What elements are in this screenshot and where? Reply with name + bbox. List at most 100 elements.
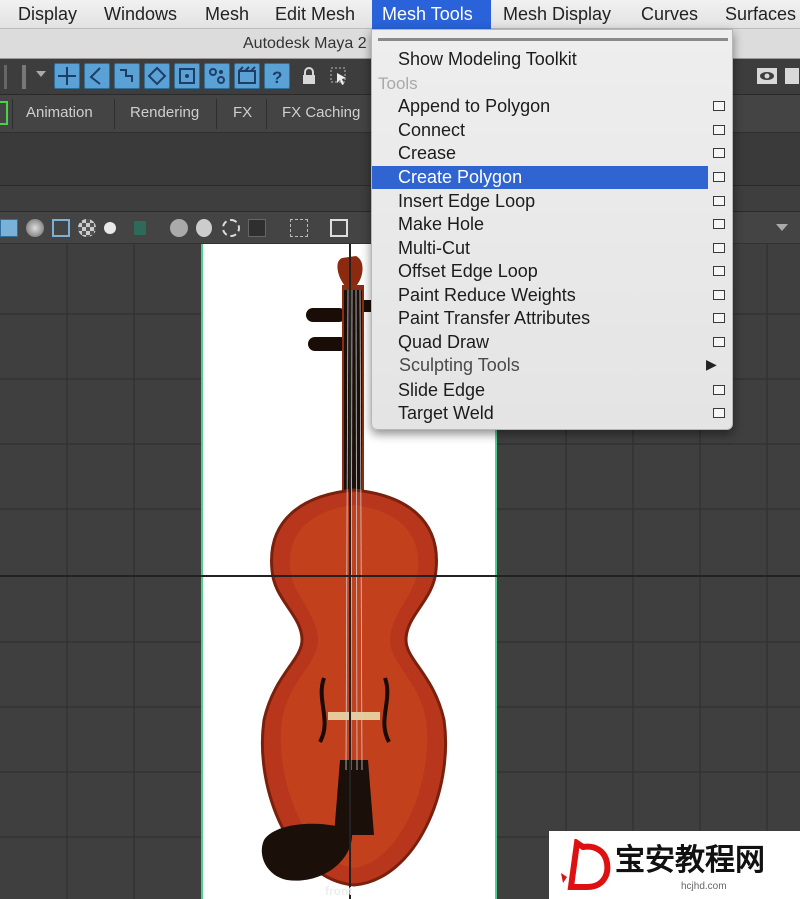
maya-window: Display Windows Mesh Edit Mesh Mesh Tool…	[0, 0, 800, 899]
option-box-icon[interactable]	[713, 172, 725, 182]
option-box-icon[interactable]	[713, 385, 725, 395]
xray-icon[interactable]	[248, 219, 266, 237]
shelf-divider	[114, 99, 115, 129]
component-icon[interactable]	[144, 63, 170, 89]
option-box-icon[interactable]	[713, 313, 725, 323]
menu-windows[interactable]: Windows	[104, 0, 177, 29]
menu-item-label: Show Modeling Toolkit	[398, 49, 577, 69]
shelf-divider	[12, 99, 13, 129]
move-tool-icon[interactable]	[54, 63, 80, 89]
checker-icon[interactable]	[78, 219, 96, 237]
menu-mesh-display[interactable]: Mesh Display	[503, 0, 611, 29]
menu-item-label: Target Weld	[398, 403, 494, 423]
menu-item-create-polygon[interactable]: Create Polygon	[372, 166, 708, 189]
option-box-icon[interactable]	[713, 101, 725, 111]
option-box-icon[interactable]	[713, 148, 725, 158]
menu-item-label: Quad Draw	[398, 332, 490, 352]
menu-item-insert-edge-loop[interactable]: Insert Edge Loop	[372, 190, 732, 213]
shadow-icon[interactable]	[134, 221, 146, 235]
snap-icon[interactable]	[174, 63, 200, 89]
chevron-down-icon[interactable]	[776, 224, 788, 231]
menu-item-label: Make Hole	[398, 214, 485, 234]
menu-item-connect[interactable]: Connect	[372, 119, 732, 142]
option-box-icon[interactable]	[713, 266, 725, 276]
menu-item-multi-cut[interactable]: Multi-Cut	[372, 237, 732, 260]
light-icon[interactable]	[104, 222, 116, 234]
history-icon[interactable]	[204, 63, 230, 89]
menu-surfaces[interactable]: Surfaces	[725, 0, 796, 29]
menu-curves[interactable]: Curves	[641, 0, 698, 29]
option-box-icon[interactable]	[713, 243, 725, 253]
antialias-icon[interactable]	[222, 219, 240, 237]
submenu-arrow-icon: ▶	[706, 356, 717, 372]
svg-text:?: ?	[272, 68, 282, 87]
shelf-tab-active-marker[interactable]	[0, 101, 8, 125]
option-box-icon[interactable]	[713, 196, 725, 206]
window-title: Autodesk Maya 2	[243, 35, 367, 52]
motion-blur-icon[interactable]	[196, 219, 212, 237]
tab-fx-caching[interactable]: FX Caching	[282, 104, 360, 121]
watermark-logo-icon	[561, 839, 611, 890]
menu-item-label: Crease	[398, 143, 457, 163]
shelf-divider	[216, 99, 217, 129]
menu-item-label: Append to Polygon	[398, 96, 551, 116]
toolbar-handle[interactable]	[22, 65, 26, 89]
menu-item-show-modeling-toolkit[interactable]: Show Modeling Toolkit	[372, 48, 732, 71]
tab-animation[interactable]: Animation	[26, 104, 93, 121]
menu-item-append-to-polygon[interactable]: Append to Polygon	[372, 95, 732, 118]
help-icon[interactable]: ?	[264, 63, 290, 89]
tab-rendering[interactable]: Rendering	[130, 104, 199, 121]
menu-item-target-weld[interactable]: Target Weld	[372, 402, 732, 425]
menu-item-quad-draw[interactable]: Quad Draw	[372, 331, 732, 354]
menu-item-label: Sculpting Tools	[399, 355, 520, 375]
lock-icon[interactable]	[298, 65, 320, 87]
menu-item-label: Multi-Cut	[398, 238, 471, 258]
menu-bar: Display Windows Mesh Edit Mesh Mesh Tool…	[0, 0, 800, 29]
menu-item-sculpting-tools[interactable]: Sculpting Tools ▶	[372, 354, 732, 377]
menu-item-crease[interactable]: Crease	[372, 142, 732, 165]
toolbar-divider	[4, 65, 7, 89]
menu-edit-mesh[interactable]: Edit Mesh	[275, 0, 355, 29]
menu-item-label: Insert Edge Loop	[398, 191, 536, 211]
menu-item-paint-transfer-attributes[interactable]: Paint Transfer Attributes	[372, 307, 732, 330]
option-box-icon[interactable]	[713, 408, 725, 418]
menu-item-offset-edge-loop[interactable]: Offset Edge Loop	[372, 260, 732, 283]
cube-shaded-icon[interactable]	[0, 219, 18, 237]
menu-item-label: Create Polygon	[398, 167, 523, 187]
menu-item-paint-reduce-weights[interactable]: Paint Reduce Weights	[372, 284, 732, 307]
textured-cube-icon[interactable]	[52, 219, 70, 237]
tab-fx[interactable]: FX	[233, 104, 252, 121]
menu-display[interactable]: Display	[18, 0, 77, 29]
tear-off-handle[interactable]	[378, 38, 728, 41]
display-icon[interactable]	[784, 65, 800, 87]
shelf-divider	[266, 99, 267, 129]
wireframe-icon[interactable]	[26, 219, 44, 237]
option-box-icon[interactable]	[713, 290, 725, 300]
eye-icon[interactable]	[756, 65, 778, 87]
frame-icon[interactable]	[330, 219, 348, 237]
menu-item-label: Connect	[398, 120, 466, 140]
watermark-text: 宝安教程网	[615, 843, 765, 878]
mesh-tools-dropdown: Show Modeling Toolkit Tools Append to Po…	[371, 29, 733, 430]
section-label-tools: Tools	[378, 74, 418, 93]
option-box-icon[interactable]	[713, 219, 725, 229]
option-box-icon[interactable]	[713, 125, 725, 135]
lasso-icon[interactable]	[84, 63, 110, 89]
option-box-icon[interactable]	[713, 337, 725, 347]
select-cursor-icon[interactable]	[328, 65, 350, 87]
menu-item-make-hole[interactable]: Make Hole	[372, 213, 732, 236]
menu-mesh[interactable]: Mesh	[205, 0, 249, 29]
render-icon[interactable]	[234, 63, 260, 89]
menu-item-slide-edge[interactable]: Slide Edge	[372, 379, 732, 402]
paint-select-icon[interactable]	[114, 63, 140, 89]
ambient-occlusion-icon[interactable]	[170, 219, 188, 237]
menu-item-label: Slide Edge	[398, 380, 486, 400]
menu-mesh-tools[interactable]: Mesh Tools	[372, 0, 491, 29]
watermark: 宝安教程网 hcjhd.com	[549, 831, 800, 899]
watermark-url: hcjhd.com	[681, 881, 727, 892]
menu-item-label: Paint Transfer Attributes	[398, 308, 591, 328]
menu-item-label: Offset Edge Loop	[398, 261, 538, 281]
chevron-down-icon[interactable]	[36, 71, 46, 77]
isolate-select-icon[interactable]	[290, 219, 308, 237]
menu-item-label: Paint Reduce Weights	[398, 285, 576, 305]
